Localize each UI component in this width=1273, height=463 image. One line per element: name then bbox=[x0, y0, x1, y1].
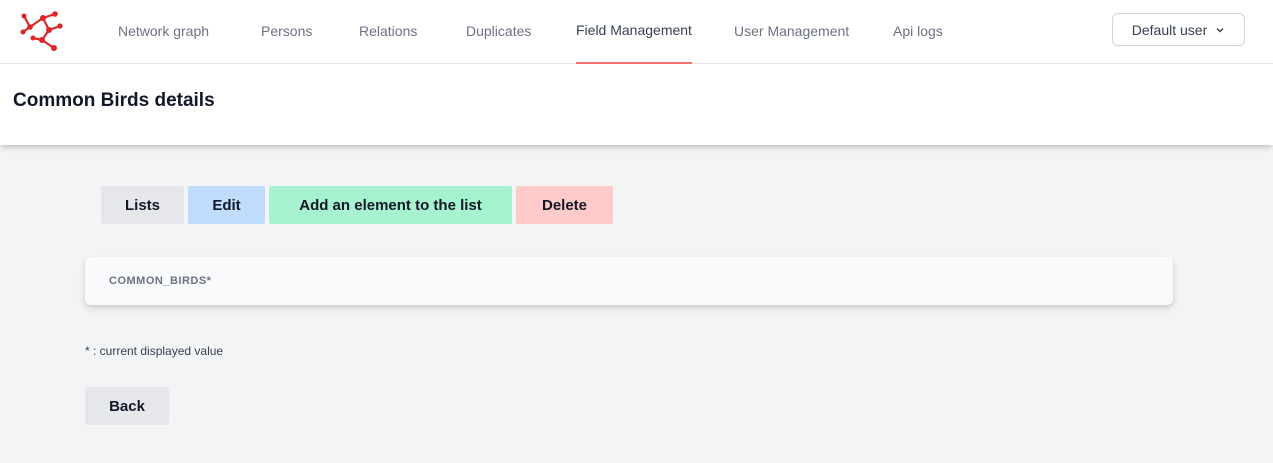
list-value-card: COMMON_BIRDS* bbox=[85, 257, 1173, 305]
nav-user-management[interactable]: User Management bbox=[734, 0, 849, 64]
add-element-button[interactable]: Add an element to the list bbox=[269, 186, 512, 224]
page-title-name: Common Birds bbox=[13, 90, 150, 111]
edit-button[interactable]: Edit bbox=[188, 186, 265, 224]
user-menu-button[interactable]: Default user bbox=[1112, 13, 1245, 46]
footnote: * : current displayed value bbox=[85, 344, 224, 358]
page-title: Common Birds details bbox=[13, 90, 215, 112]
page-header: Common Birds details bbox=[0, 64, 1273, 145]
nav-network-graph[interactable]: Network graph bbox=[118, 0, 209, 64]
network-logo-icon[interactable] bbox=[20, 8, 66, 54]
list-value-label: COMMON_BIRDS* bbox=[109, 275, 212, 287]
lists-button[interactable]: Lists bbox=[101, 186, 184, 224]
user-menu-label: Default user bbox=[1131, 21, 1208, 38]
delete-button[interactable]: Delete bbox=[516, 186, 613, 224]
nav-persons[interactable]: Persons bbox=[261, 0, 312, 64]
chevron-down-icon bbox=[1216, 27, 1224, 33]
nav-duplicates[interactable]: Duplicates bbox=[466, 0, 531, 64]
back-button[interactable]: Back bbox=[85, 387, 169, 425]
top-navigation: Network graph Persons Relations Duplicat… bbox=[0, 0, 1273, 64]
nav-field-management[interactable]: Field Management bbox=[576, 0, 692, 64]
page-title-suffix: details bbox=[149, 90, 215, 111]
nav-api-logs[interactable]: Api logs bbox=[893, 0, 943, 64]
nav-relations[interactable]: Relations bbox=[359, 0, 417, 64]
